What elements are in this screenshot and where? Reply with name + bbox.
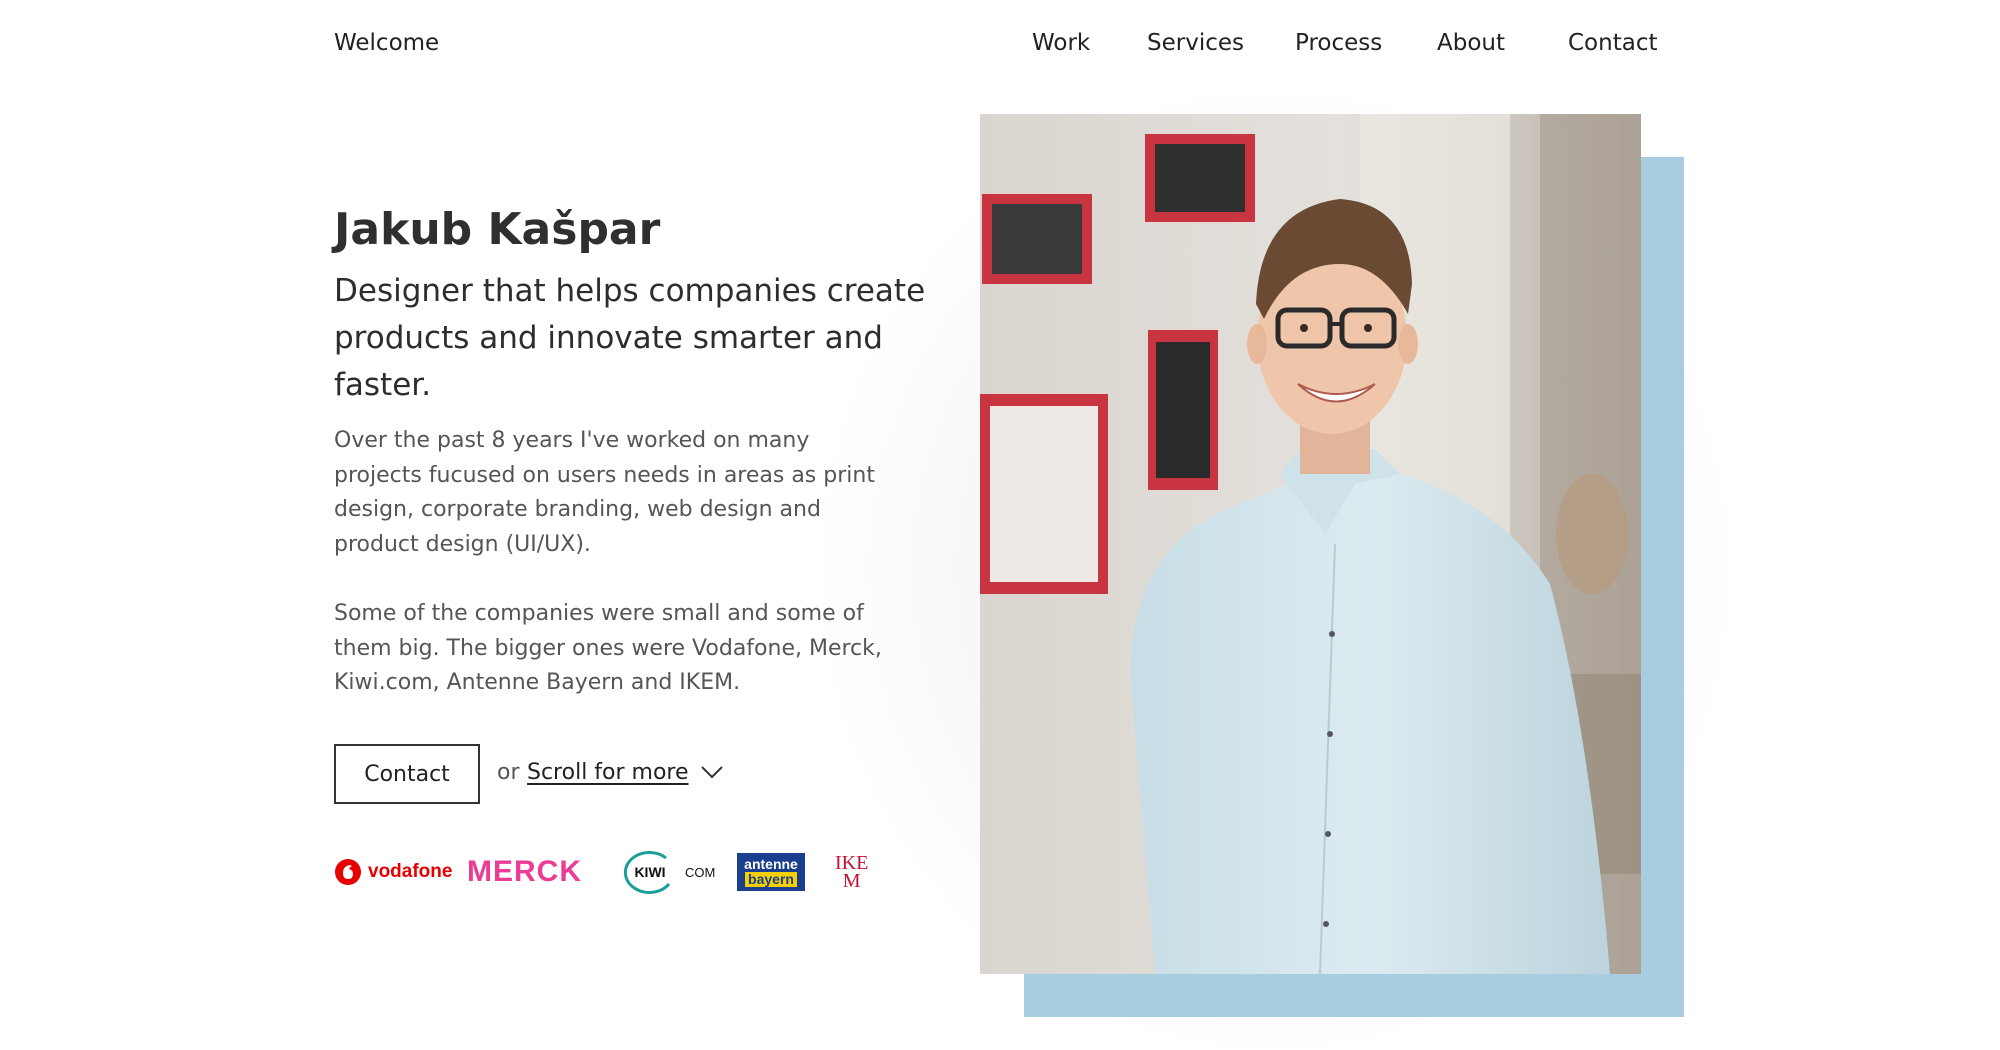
vodafone-wordmark: vodafone xyxy=(368,861,453,882)
merck-wordmark: MERCK xyxy=(467,855,582,888)
kiwi-wordmark: KIWI xyxy=(634,864,666,880)
bayern-text: bayern xyxy=(745,872,797,887)
scroll-for-more-link[interactable]: Scroll for more xyxy=(527,760,689,785)
nav-about[interactable]: About xyxy=(1437,30,1505,56)
kiwi-badge: KIWI xyxy=(621,850,679,894)
vodafone-logo: vodafone xyxy=(334,852,452,892)
nav-services[interactable]: Services xyxy=(1147,30,1244,56)
hero-tagline: Designer that helps companies create pro… xyxy=(334,273,926,403)
site-name-link[interactable]: Welcome xyxy=(334,30,439,56)
kiwi-logo: KIWI COM xyxy=(621,850,716,894)
merck-logo: MERCK xyxy=(467,852,582,892)
companies-paragraph: Some of the companies were small and som… xyxy=(334,601,882,695)
hero-name: Jakub Kašpar xyxy=(334,204,661,255)
intro-paragraph: Over the past 8 years I've worked on man… xyxy=(334,428,875,557)
contact-button[interactable]: Contact xyxy=(334,744,480,804)
antenne-text: antenne xyxy=(744,856,798,872)
nav-process[interactable]: Process xyxy=(1295,30,1382,56)
portrait-illustration xyxy=(980,114,1641,974)
ikem-logo: IKE M xyxy=(835,852,868,892)
or-text: or xyxy=(497,760,520,785)
nav-contact[interactable]: Contact xyxy=(1568,30,1657,56)
antenne-badge: antenne bayern xyxy=(737,853,805,891)
kiwi-com-text: COM xyxy=(685,864,716,880)
nav-work[interactable]: Work xyxy=(1032,30,1090,56)
portrait-photo xyxy=(980,114,1641,974)
antenne-bayern-logo: antenne bayern xyxy=(737,852,805,892)
chevron-down-icon[interactable] xyxy=(700,764,724,784)
ikem-line-2: M xyxy=(842,870,861,892)
vodafone-icon xyxy=(335,859,361,885)
